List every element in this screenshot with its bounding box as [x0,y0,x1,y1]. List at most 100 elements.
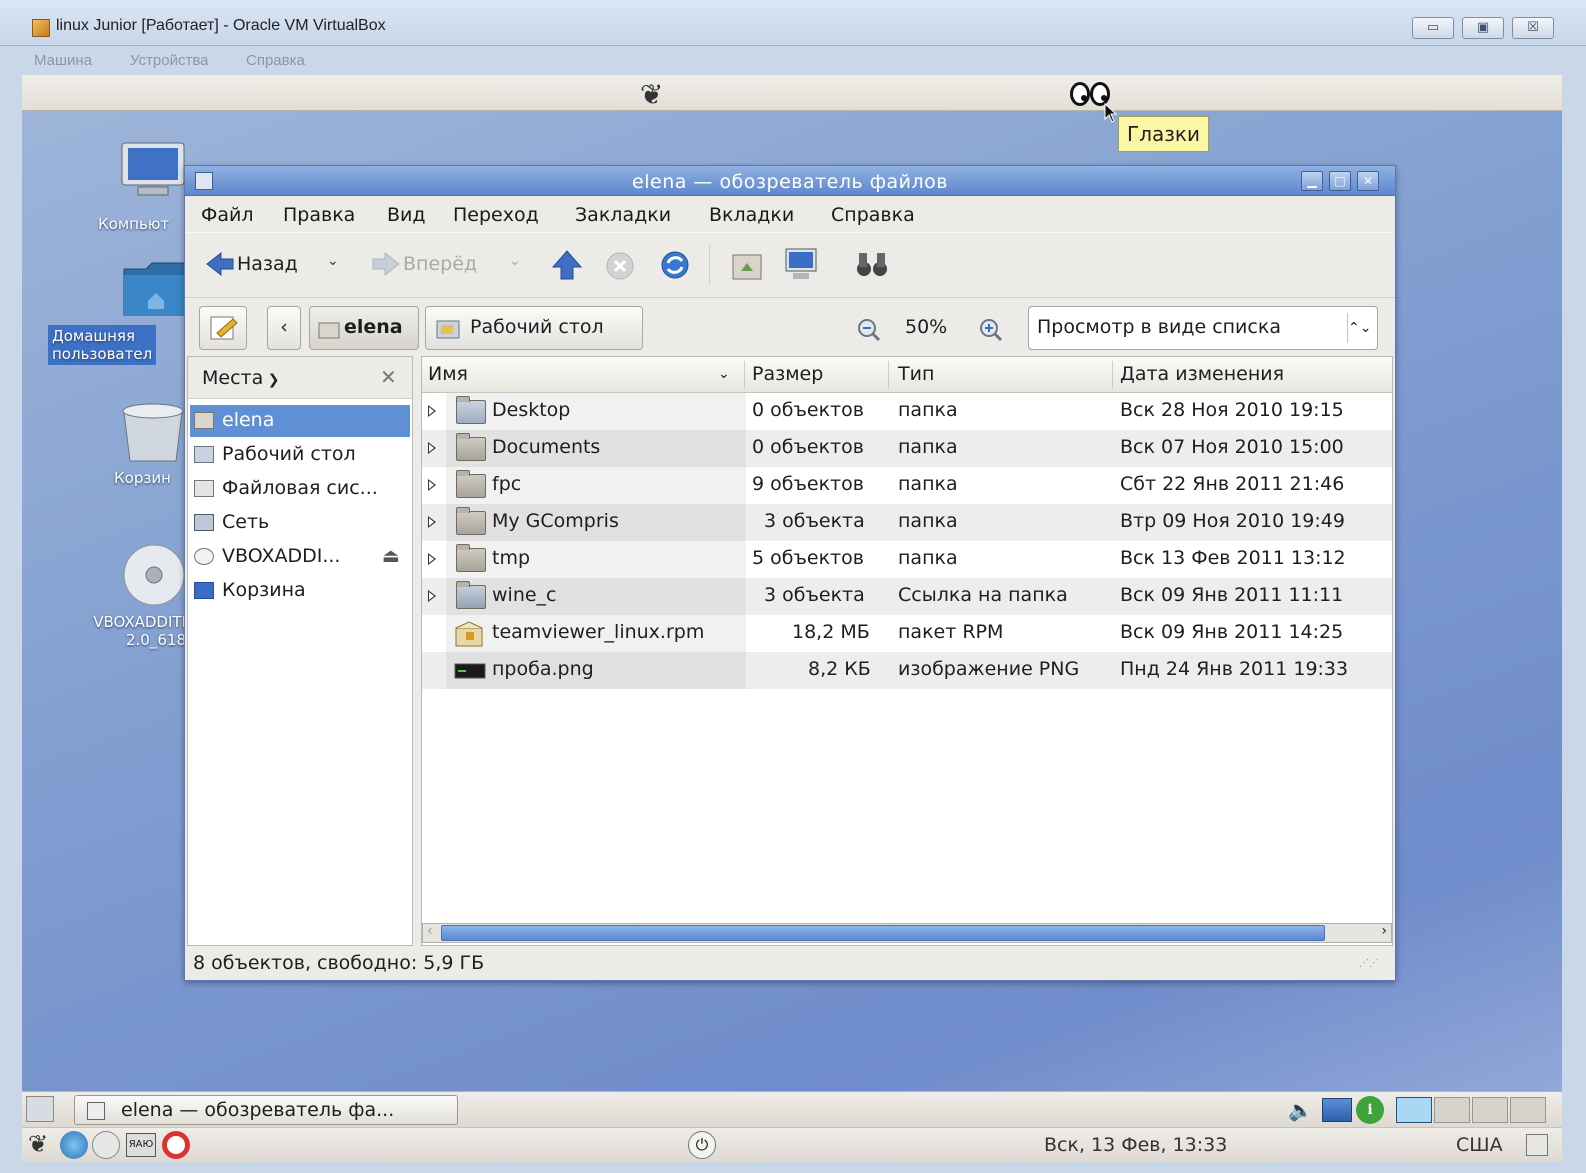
horizontal-scrollbar[interactable]: ‹ › [422,923,1392,943]
file-row-desktop[interactable]: Desktop 0 объектов папка Вск 28 Ноя 2010… [422,393,1392,430]
path-scroll-left-button[interactable]: ‹ [267,306,301,350]
file-row-teamviewer[interactable]: teamviewer_linux.rpm 18,2 МБ пакет RPM В… [422,615,1392,652]
place-desktop[interactable]: Рабочий стол [190,439,410,471]
menu-help[interactable]: Справка [831,204,915,226]
places-sidebar: Места ❯ ✕ elena Рабочий стол Файловая си… [187,356,413,946]
expand-icon[interactable] [428,590,436,602]
vbox-minimize-button[interactable]: ▭ [1412,17,1454,39]
path-segment-current[interactable]: elena [309,306,419,350]
maximize-button[interactable]: □ [1329,171,1351,191]
show-desktop-icon[interactable] [26,1096,54,1122]
file-row-documents[interactable]: Documents 0 объектов папка Вск 07 Ноя 20… [422,430,1392,467]
menu-edit[interactable]: Правка [283,204,355,226]
file-row-proba-png[interactable]: проба.png 8,2 КБ изображение PNG Пнд 24 … [422,652,1392,689]
computer-icon[interactable] [783,247,819,281]
folder-icon [456,470,486,498]
expand-icon[interactable] [428,516,436,528]
search-binoculars-icon[interactable] [855,249,889,279]
workspace-2[interactable] [1434,1097,1470,1123]
desktop-folder-icon [436,320,460,339]
path-segment-desktop[interactable]: Рабочий стол [425,306,643,350]
home-desktop-icon[interactable] [122,261,192,317]
scroll-right-icon[interactable]: › [1381,923,1387,939]
top-panel: ❦ [22,75,1562,111]
eject-icon[interactable]: ⏏ [382,545,400,567]
reload-icon[interactable] [659,249,691,281]
place-trash[interactable]: Корзина [190,575,410,607]
file-browser-titlebar[interactable]: elena — обозреватель файлов ▁ □ ✕ [185,166,1395,196]
zoom-out-icon[interactable] [857,318,881,342]
vbox-menu-devices[interactable]: Устройства [130,52,208,69]
file-browser-toolbar: Назад ⌄ Вперёд ⌄ [185,232,1395,298]
scrollbar-thumb[interactable] [441,925,1325,941]
column-date[interactable]: Дата изменения [1120,363,1284,385]
back-history-dropdown[interactable]: ⌄ [327,253,339,269]
place-vboxadditions[interactable]: VBOXADDI... ⏏ [190,541,410,573]
menu-view[interactable]: Вид [387,204,426,226]
virtualbox-window: linux Junior [Работает] - Oracle VM Virt… [0,0,1586,1173]
menu-go[interactable]: Переход [453,204,539,226]
expand-icon[interactable] [428,479,436,491]
help-icon[interactable] [162,1131,190,1159]
workspace-1[interactable] [1396,1097,1432,1123]
file-date: Вск 09 Янв 2011 11:11 [1120,584,1344,606]
menu-bookmarks[interactable]: Закладки [575,204,671,226]
expand-icon[interactable] [428,442,436,454]
keyboard-layout[interactable]: США [1456,1134,1503,1156]
toggle-location-button[interactable] [199,306,247,350]
gnome-foot-icon[interactable]: ❦ [640,78,663,111]
stop-icon[interactable] [605,251,635,281]
home-icon[interactable] [731,249,763,281]
vbox-restore-button[interactable]: ▣ [1462,17,1504,39]
scroll-left-icon[interactable]: ‹ [427,923,433,939]
vbox-menu-machine[interactable]: Машина [34,52,92,69]
view-mode-select[interactable]: Просмотр в виде списка ⌃⌄ [1028,306,1378,350]
file-row-my-gcompris[interactable]: My GCompris 3 объекта папка Втр 09 Ноя 2… [422,504,1392,541]
close-button[interactable]: ✕ [1357,171,1379,191]
zoom-in-icon[interactable] [979,318,1003,342]
file-type: папка [898,547,958,569]
file-name: teamviewer_linux.rpm [492,621,705,643]
sidebar-close-icon[interactable]: ✕ [380,365,397,389]
cdrom-desktop-icon[interactable] [122,543,186,607]
file-date: Втр 09 Ноя 2010 19:49 [1120,510,1345,532]
shutdown-icon[interactable]: ⏻ [688,1131,716,1159]
trash-desktop-icon[interactable] [118,399,188,465]
column-name[interactable]: Имя [428,363,468,385]
computer-desktop-icon[interactable] [118,141,188,201]
file-row-wine-c[interactable]: wine_c 3 объекта Ссылка на папка Вск 09 … [422,578,1392,615]
volume-icon[interactable]: 🔈 [1288,1098,1313,1122]
place-elena[interactable]: elena [190,405,410,437]
expand-icon[interactable] [428,405,436,417]
taskbar-button-file-browser[interactable]: elena — обозреватель фа... [74,1095,458,1125]
place-filesystem[interactable]: Файловая сис... [190,473,410,505]
minimize-button[interactable]: ▁ [1301,171,1323,191]
workspace-3[interactable] [1472,1097,1508,1123]
mail-icon[interactable] [92,1131,120,1159]
terminal-icon[interactable]: ЯАЮ [126,1133,156,1157]
vbox-close-button[interactable]: ☒ [1512,17,1554,39]
window-list-panel: elena — обозреватель фа... 🔈 i [22,1091,1562,1127]
gnome-menu-icon[interactable]: ❦ [28,1130,48,1158]
vbox-menu-help[interactable]: Справка [246,52,305,69]
expand-icon[interactable] [428,553,436,565]
column-type[interactable]: Тип [898,363,934,385]
notification-icon[interactable] [1526,1134,1548,1156]
file-row-fpc[interactable]: fpc 9 объектов папка Сбт 22 Янв 2011 21:… [422,467,1392,504]
status-bar: 8 объектов, свободно: 5,9 ГБ ⋰⋰ [193,948,1383,978]
sidebar-title-text: Места [202,367,264,389]
file-row-tmp[interactable]: tmp 5 объектов папка Вск 13 Фев 2011 13:… [422,541,1392,578]
column-size[interactable]: Размер [752,363,823,385]
menu-tabs[interactable]: Вкладки [709,204,794,226]
up-arrow-icon[interactable] [551,249,583,281]
sidebar-title[interactable]: Места ❯ [202,367,279,389]
clock[interactable]: Вск, 13 Фев, 13:33 [1044,1134,1227,1156]
place-network[interactable]: Сеть [190,507,410,539]
workspace-4[interactable] [1510,1097,1546,1123]
resize-grip-icon[interactable]: ⋰⋰ [1359,958,1379,969]
network-status-icon[interactable] [1322,1098,1352,1122]
menu-file[interactable]: Файл [201,204,254,226]
web-browser-icon[interactable] [60,1131,88,1159]
info-icon[interactable]: i [1356,1096,1384,1124]
forward-history-dropdown[interactable]: ⌄ [509,253,521,269]
